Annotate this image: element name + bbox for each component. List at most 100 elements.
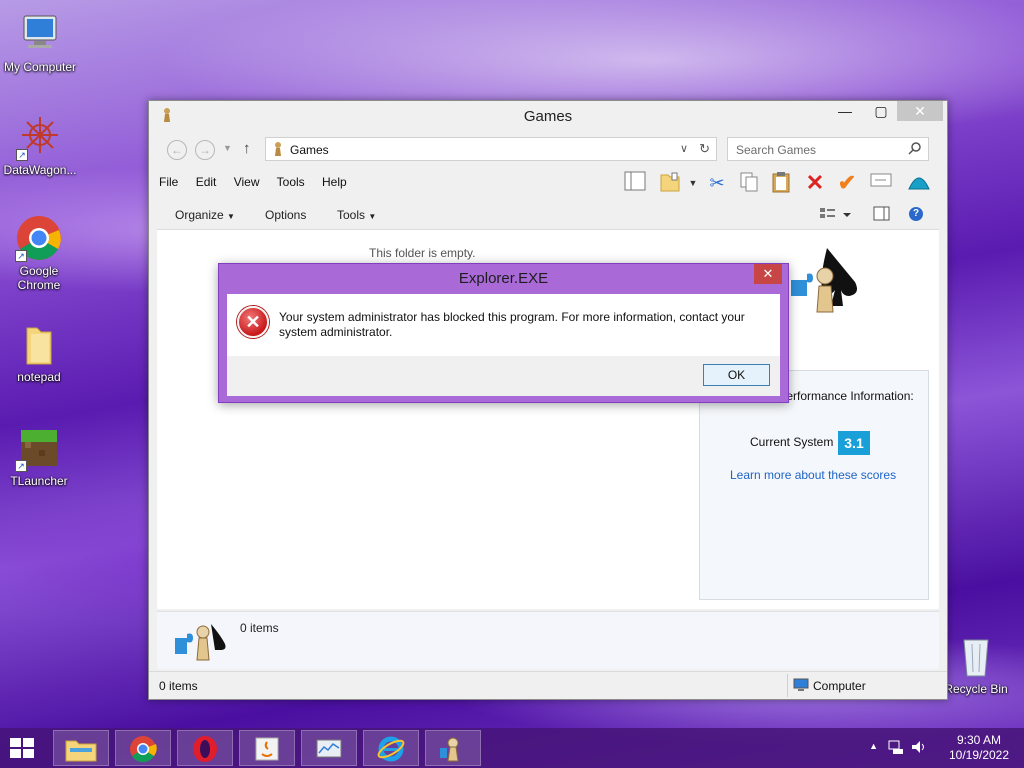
taskbar-file-explorer[interactable] bbox=[53, 730, 109, 766]
preview-pane-icon[interactable] bbox=[873, 206, 891, 225]
computer-icon bbox=[16, 10, 64, 58]
cut-icon[interactable]: ✂ bbox=[705, 171, 729, 195]
start-button[interactable] bbox=[10, 738, 36, 760]
dialog-footer: OK bbox=[227, 356, 780, 396]
tools-menu[interactable]: Tools ▼ bbox=[337, 208, 376, 222]
organize-menu[interactable]: Organize ▼ bbox=[175, 208, 235, 222]
clock-date: 10/19/2022 bbox=[948, 748, 1010, 762]
dialog-close-button[interactable]: ✕ bbox=[754, 264, 782, 284]
error-icon: ✕ bbox=[237, 306, 269, 338]
close-button[interactable]: ✕ bbox=[897, 101, 943, 121]
properties-check-icon[interactable]: ✔ bbox=[835, 171, 859, 195]
desktop-icon-label: TLauncher bbox=[10, 474, 68, 488]
chevron-down-icon[interactable]: ▼ bbox=[681, 171, 705, 195]
taskbar-performance-monitor[interactable] bbox=[301, 730, 357, 766]
desktop-icon-label: Google Chrome bbox=[17, 264, 61, 292]
desktop-icon-label: DataWagon... bbox=[3, 163, 77, 177]
desktop-icon-recycle-bin[interactable]: Recycle Bin bbox=[936, 632, 1016, 696]
menu-bar: File Edit View Tools Help bbox=[159, 175, 361, 195]
error-dialog: Explorer.EXE ✕ ✕ Your system administrat… bbox=[218, 263, 789, 403]
empty-folder-message: This folder is empty. bbox=[369, 246, 476, 260]
datawagon-icon: ↗ bbox=[16, 113, 64, 161]
desktop-icon-my-computer[interactable]: My Computer bbox=[0, 10, 80, 74]
chevron-down-icon[interactable]: ∨ bbox=[680, 142, 688, 155]
window-title: Games bbox=[523, 108, 573, 125]
search-box[interactable]: Search Games bbox=[727, 137, 929, 161]
window-titlebar[interactable]: Games — ▢ ✕ bbox=[149, 101, 947, 131]
status-bar: 0 items Computer bbox=[149, 671, 947, 699]
address-toolbar: ← → ▼ ↑ Games ∨ ↻ Search Games bbox=[157, 137, 939, 163]
rename-icon[interactable] bbox=[869, 171, 893, 195]
shortcut-arrow-icon: ↗ bbox=[15, 460, 27, 472]
chrome-icon: ↗ bbox=[15, 214, 63, 262]
desktop-icon-label: notepad bbox=[17, 370, 61, 384]
menu-view[interactable]: View bbox=[234, 175, 260, 189]
folder-icon bbox=[15, 320, 63, 368]
back-button[interactable]: ← bbox=[167, 140, 187, 160]
taskbar-java[interactable] bbox=[239, 730, 295, 766]
system-score-badge: 3.1 bbox=[838, 431, 870, 455]
status-item-count: 0 items bbox=[159, 679, 198, 693]
layout-pane-icon[interactable] bbox=[623, 171, 647, 195]
copy-icon[interactable] bbox=[737, 171, 761, 195]
folder-options-icon[interactable] bbox=[659, 171, 683, 195]
status-separator bbox=[787, 674, 788, 697]
desktop-icon-tlauncher[interactable]: ↗ TLauncher bbox=[0, 424, 79, 488]
delete-icon[interactable]: ✕ bbox=[803, 171, 827, 195]
command-bar: Organize ▼ Options Tools ▼ ? bbox=[149, 203, 947, 229]
recycle-bin-icon bbox=[952, 632, 1000, 680]
address-text: Games bbox=[290, 143, 329, 157]
tlauncher-icon: ↗ bbox=[15, 424, 63, 472]
options-button[interactable]: Options bbox=[265, 208, 306, 222]
refresh-icon[interactable]: ↻ bbox=[699, 141, 710, 157]
desktop-icon-label: Recycle Bin bbox=[944, 682, 1008, 696]
desktop-icon-label: My Computer bbox=[3, 60, 77, 74]
performance-panel: Computer's Performance Information: Curr… bbox=[699, 370, 929, 600]
view-options-icon[interactable] bbox=[819, 206, 855, 227]
taskbar-opera[interactable] bbox=[177, 730, 233, 766]
dialog-body: ✕ Your system administrator has blocked … bbox=[227, 294, 780, 356]
minimize-button[interactable]: — bbox=[831, 101, 859, 121]
address-bar[interactable]: Games ∨ ↻ bbox=[265, 137, 717, 161]
search-icon[interactable] bbox=[908, 141, 922, 158]
taskbar-clock[interactable]: 9:30 AM 10/19/2022 bbox=[944, 733, 1014, 763]
forward-button[interactable]: → bbox=[195, 140, 215, 160]
taskbar-chrome[interactable] bbox=[115, 730, 171, 766]
network-icon[interactable] bbox=[888, 739, 904, 758]
paste-icon[interactable] bbox=[769, 171, 793, 195]
dialog-message: Your system administrator has blocked th… bbox=[279, 310, 745, 339]
taskbar: ▲ 9:30 AM 10/19/2022 bbox=[0, 728, 1024, 768]
shell-globe-icon[interactable] bbox=[907, 171, 931, 195]
ok-button[interactable]: OK bbox=[703, 364, 770, 386]
taskbar-internet-explorer[interactable] bbox=[363, 730, 419, 766]
menu-help[interactable]: Help bbox=[322, 175, 347, 189]
games-logo-icon bbox=[785, 240, 865, 323]
current-system-label: Current System bbox=[750, 435, 834, 449]
menu-file[interactable]: File bbox=[159, 175, 178, 189]
taskbar-games[interactable] bbox=[425, 730, 481, 766]
computer-icon bbox=[793, 678, 809, 695]
menu-edit[interactable]: Edit bbox=[196, 175, 217, 189]
desktop-icon-datawagon[interactable]: ↗ DataWagon... bbox=[0, 113, 80, 177]
details-pane: 0 items bbox=[157, 611, 939, 669]
details-item-count: 0 items bbox=[240, 621, 279, 635]
shortcut-arrow-icon: ↗ bbox=[16, 149, 28, 161]
search-placeholder: Search Games bbox=[736, 143, 817, 157]
help-icon[interactable]: ? bbox=[909, 207, 923, 221]
organize-label: Organize bbox=[175, 208, 224, 222]
dialog-title: Explorer.EXE bbox=[458, 270, 549, 287]
menu-tools[interactable]: Tools bbox=[277, 175, 305, 189]
show-hidden-icons-icon[interactable]: ▲ bbox=[869, 741, 878, 751]
tools-label: Tools bbox=[337, 208, 366, 222]
desktop-icon-notepad[interactable]: notepad bbox=[0, 320, 79, 384]
status-location: Computer bbox=[813, 679, 866, 693]
games-logo-small-icon bbox=[173, 620, 227, 667]
learn-more-link[interactable]: Learn more about these scores bbox=[730, 468, 896, 482]
volume-icon[interactable] bbox=[910, 739, 928, 758]
games-chess-icon bbox=[270, 141, 286, 160]
clock-time: 9:30 AM bbox=[956, 733, 1002, 747]
recent-pages-dropdown[interactable]: ▼ bbox=[223, 143, 232, 153]
desktop-icon-google-chrome[interactable]: ↗ Google Chrome bbox=[0, 214, 79, 292]
maximize-button[interactable]: ▢ bbox=[867, 101, 895, 121]
up-button[interactable]: ↑ bbox=[243, 140, 251, 157]
